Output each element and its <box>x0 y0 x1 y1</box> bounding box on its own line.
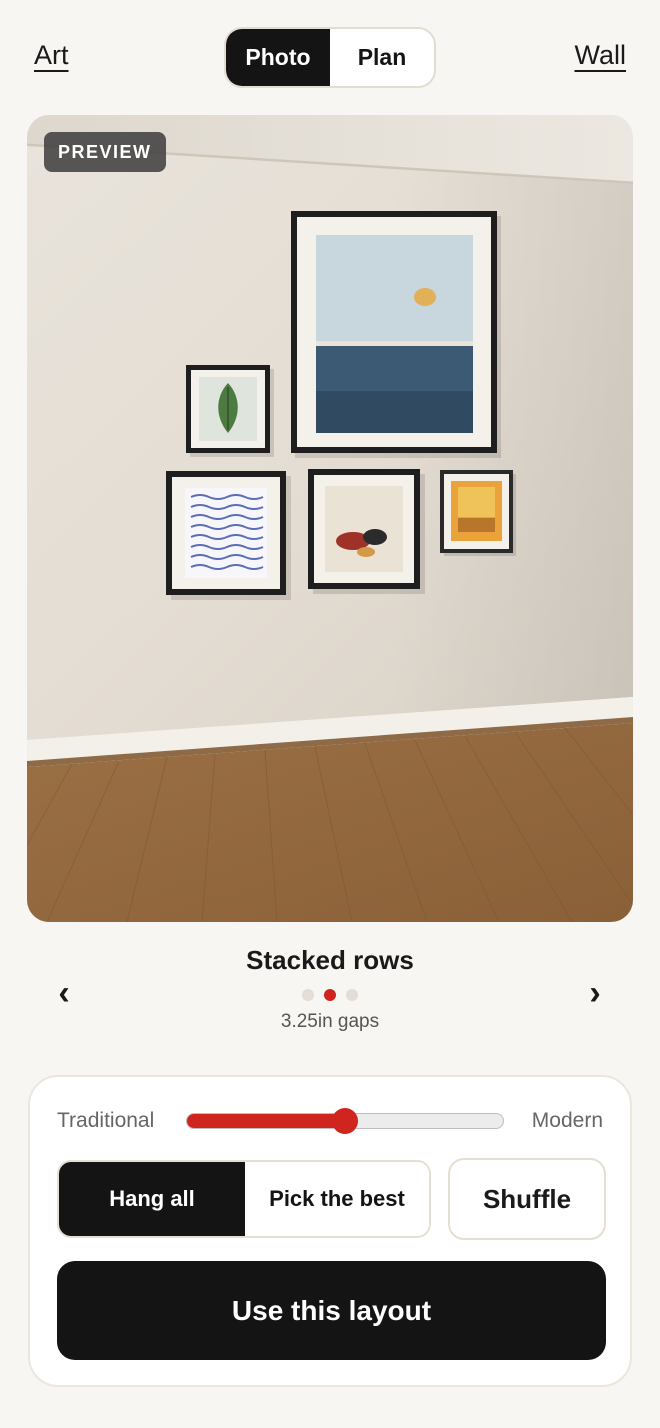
plan-view-button[interactable]: Plan <box>330 29 434 86</box>
preview-badge: PREVIEW <box>44 132 166 172</box>
pager-dot[interactable] <box>302 989 314 1001</box>
yellow-block-frame <box>440 470 516 556</box>
leaf-frame <box>186 365 274 457</box>
pager-dot-active[interactable] <box>324 989 336 1001</box>
wall-link[interactable]: Wall <box>575 40 627 71</box>
room-illustration <box>27 115 633 922</box>
mode-toggle: Hang all Pick the best <box>57 1160 431 1238</box>
slider-thumb[interactable] <box>332 1108 358 1134</box>
top-bar: Art Photo Plan Wall <box>0 0 660 115</box>
layout-pager-dots <box>302 989 358 1001</box>
view-toggle: Photo Plan <box>224 27 436 88</box>
next-layout-chevron-icon[interactable]: › <box>575 975 615 1015</box>
controls-card: Traditional Modern Hang all Pick the bes… <box>28 1075 632 1387</box>
previous-layout-chevron-icon[interactable]: ‹ <box>44 975 84 1015</box>
slider-fill <box>187 1114 345 1128</box>
layout-gap-text: 3.25in gaps <box>280 1011 380 1032</box>
pager-dot[interactable] <box>346 989 358 1001</box>
shuffle-button[interactable]: Shuffle <box>448 1158 606 1240</box>
stones-frame <box>308 469 425 594</box>
art-link[interactable]: Art <box>34 40 69 71</box>
pick-the-best-button[interactable]: Pick the best <box>245 1162 429 1236</box>
style-slider[interactable] <box>186 1108 504 1134</box>
seascape-frame <box>291 211 501 458</box>
hang-all-button[interactable]: Hang all <box>59 1162 245 1236</box>
layout-title: Stacked rows <box>246 945 414 975</box>
wave-lines-frame <box>166 471 291 600</box>
use-layout-button[interactable]: Use this layout <box>57 1261 606 1360</box>
photo-view-button[interactable]: Photo <box>226 29 330 86</box>
slider-max-label: Modern <box>531 1109 603 1132</box>
slider-min-label: Traditional <box>57 1109 155 1132</box>
room-preview: PREVIEW <box>27 115 633 922</box>
